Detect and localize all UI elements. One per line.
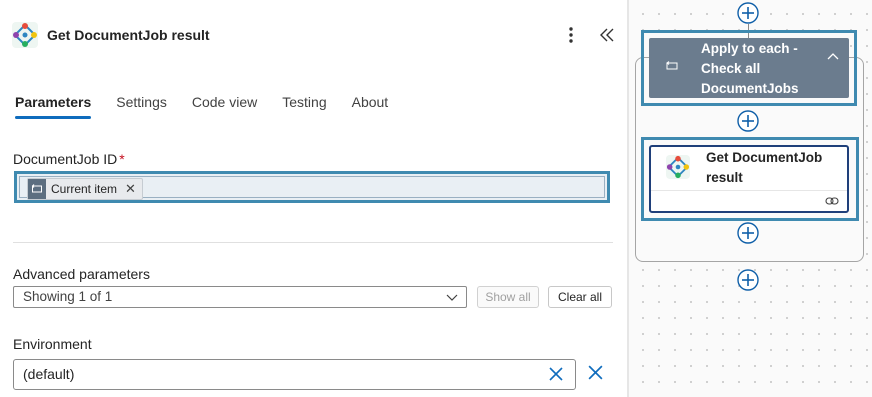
connector-logo-icon: [666, 155, 690, 179]
chevron-down-icon: [446, 294, 458, 301]
panel-title: Get DocumentJob result: [47, 27, 210, 43]
more-vertical-icon: [569, 27, 573, 43]
documentjob-id-label-text: DocumentJob ID: [13, 151, 118, 167]
current-item-token[interactable]: Current item ✕: [27, 178, 143, 200]
tab-settings[interactable]: Settings: [116, 94, 167, 119]
action-details-panel: Get DocumentJob result Parameters Settin…: [0, 0, 627, 397]
card-footer-divider: [651, 190, 847, 191]
connector-logo-icon: [12, 22, 38, 48]
environment-label: Environment: [13, 336, 92, 352]
apply-to-each-title: Apply to each - Check all DocumentJobs: [701, 41, 799, 96]
tab-code-view[interactable]: Code view: [192, 94, 257, 119]
tab-about[interactable]: About: [352, 94, 389, 119]
plus-circle-icon[interactable]: [737, 110, 759, 132]
dropdown-value: Showing 1 of 1: [23, 289, 113, 304]
clear-all-button[interactable]: Clear all: [548, 286, 612, 308]
advanced-parameters-dropdown[interactable]: Showing 1 of 1: [13, 286, 467, 308]
required-mark: *: [119, 151, 125, 167]
advanced-parameters-label: Advanced parameters: [13, 266, 150, 282]
remove-parameter-icon[interactable]: [587, 364, 604, 381]
get-result-title: Get DocumentJob result: [706, 150, 823, 185]
apply-to-each-card[interactable]: Apply to each - Check all DocumentJobs: [649, 38, 849, 98]
show-all-button[interactable]: Show all: [477, 286, 539, 308]
token-label: Current item: [51, 182, 118, 196]
plus-circle-icon[interactable]: [737, 269, 759, 291]
loop-icon: [28, 179, 46, 199]
environment-input[interactable]: (default): [13, 359, 576, 390]
link-icon: [825, 197, 839, 205]
plus-circle-icon[interactable]: [737, 222, 759, 244]
plus-circle-icon[interactable]: [737, 2, 759, 24]
close-icon[interactable]: [548, 366, 564, 382]
more-options-button[interactable]: [561, 24, 581, 46]
divider: [13, 242, 613, 243]
tab-testing[interactable]: Testing: [282, 94, 326, 119]
tab-list: Parameters Settings Code view Testing Ab…: [15, 94, 413, 119]
loop-icon: [666, 61, 678, 70]
chevron-up-icon[interactable]: [827, 52, 839, 62]
tab-parameters[interactable]: Parameters: [15, 94, 92, 119]
remove-token-button[interactable]: ✕: [125, 181, 136, 197]
get-documentjob-result-card[interactable]: Get DocumentJob result: [649, 145, 849, 213]
environment-value: (default): [23, 366, 75, 382]
documentjob-id-label: DocumentJob ID *: [13, 151, 125, 167]
collapse-panel-button[interactable]: [596, 25, 618, 45]
